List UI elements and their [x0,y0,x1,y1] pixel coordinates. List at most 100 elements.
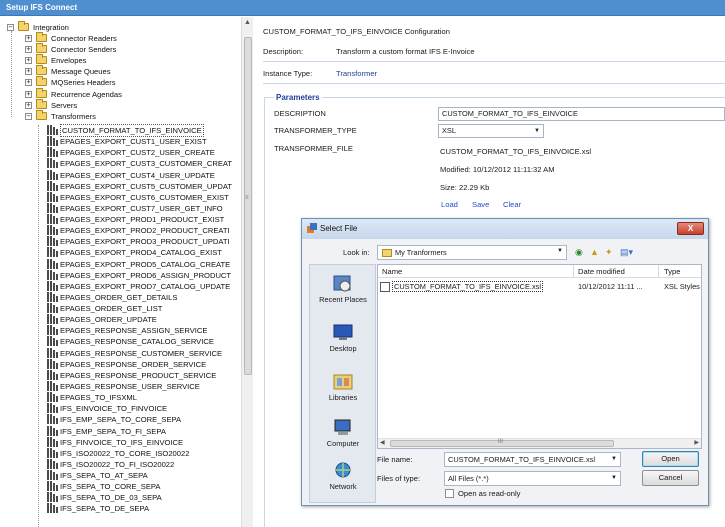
tree-node-transformer[interactable]: EPAGES_EXPORT_PROD1_PRODUCT_EXIST [0,214,241,225]
expand-icon[interactable]: + [25,101,32,109]
expand-icon[interactable]: + [25,46,32,54]
tree-node-label: Message Queues [51,67,111,77]
column-name[interactable]: Name [382,267,402,276]
tree-node-transformer[interactable]: EPAGES_ORDER_GET_LIST [0,303,241,314]
param-description-input[interactable]: CUSTOM_FORMAT_TO_IFS_EINVOICE [438,107,725,121]
back-icon[interactable]: ◉ [575,247,583,258]
up-folder-icon[interactable]: ▲ [590,247,599,258]
open-button[interactable]: Open [642,451,699,467]
tree-node-transformer[interactable]: EPAGES_EXPORT_CUST1_USER_EXIST [0,136,241,147]
expand-icon[interactable]: + [25,79,32,87]
place-label: Computer [326,439,360,448]
tree-node-transformer[interactable]: IFS_EMP_SEPA_TO_CORE_SEPA [0,414,241,425]
transformer-icon [47,425,58,436]
tree-node-transformer[interactable]: EPAGES_EXPORT_CUST3_CUSTOMER_CREAT [0,158,241,169]
tree-node-transformer[interactable]: EPAGES_EXPORT_CUST2_USER_CREATE [0,147,241,158]
new-folder-icon[interactable]: ✦ [605,247,613,258]
files-of-type-label: Files of type: [377,474,421,483]
tree-node-label: IFS_ISO20022_TO_FI_ISO20022 [60,459,175,469]
expand-icon[interactable]: + [25,90,32,98]
collapse-icon[interactable]: − [7,24,14,31]
place-recent[interactable]: Recent Places [310,275,376,304]
column-type[interactable]: Type [664,267,680,276]
view-menu-icon[interactable]: ▤▾ [620,247,633,258]
tree-node-transformer[interactable]: EPAGES_EXPORT_PROD5_CATALOG_CREATE [0,258,241,270]
tree-node-transformer[interactable]: IFS_FINVOICE_TO_IFS_EINVOICE [0,436,241,448]
place-desktop[interactable]: Desktop [310,324,376,353]
tree-node-transformer[interactable]: IFS_SEPA_TO_DE_SEPA [0,503,241,514]
read-only-checkbox[interactable] [445,489,454,498]
tree-node-transformer[interactable]: EPAGES_RESPONSE_CATALOG_SERVICE [0,336,241,347]
clear-link[interactable]: Clear [503,200,521,209]
tree-node-transformer[interactable]: EPAGES_EXPORT_PROD2_PRODUCT_CREATI [0,225,241,236]
cancel-button[interactable]: Cancel [642,470,699,486]
expand-icon[interactable]: + [25,68,32,76]
place-computer[interactable]: Computer [310,419,376,448]
file-type: XSL Styles [664,282,700,291]
chevron-down-icon: ▼ [534,128,540,134]
tree-node-label: EPAGES_EXPORT_PROD7_CATALOG_UPDATE [60,281,231,291]
tree-node-transformer[interactable]: IFS_ISO20022_TO_CORE_ISO20022 [0,447,241,459]
tree-node-transformer[interactable]: EPAGES_EXPORT_CUST6_CUSTOMER_EXIST [0,191,241,203]
scrollbar-thumb[interactable] [244,37,252,375]
tree-node-transformer[interactable]: EPAGES_ORDER_UPDATE [0,314,241,325]
tree-node-transformer[interactable]: IFS_SEPA_TO_DE_03_SEPA [0,492,241,503]
tree-node-transformer[interactable]: IFS_EMP_SEPA_TO_FI_SEPA [0,425,241,437]
tree-node-transformer[interactable]: EPAGES_RESPONSE_ORDER_SERVICE [0,358,241,370]
expand-icon[interactable]: + [25,57,32,65]
tree-node-transformer[interactable]: EPAGES_EXPORT_PROD4_CATALOG_EXIST [0,247,241,258]
transformer-icon [47,492,58,503]
collapse-icon[interactable]: − [25,112,32,120]
load-link[interactable]: Load [441,200,458,209]
tree-node-transformer[interactable]: IFS_ISO20022_TO_FI_ISO20022 [0,458,241,470]
column-divider[interactable] [658,265,659,278]
tree-node-transformer[interactable]: EPAGES_EXPORT_PROD7_CATALOG_UPDATE [0,280,241,292]
place-network[interactable]: Network [310,462,376,491]
tree-node-transformer[interactable]: EPAGES_RESPONSE_PRODUCT_SERVICE [0,369,241,381]
tree-node-label: CUSTOM_FORMAT_TO_IFS_EINVOICE [60,124,204,137]
tree-node-transformer[interactable]: EPAGES_RESPONSE_ASSIGN_SERVICE [0,325,241,336]
file-name-value: CUSTOM_FORMAT_TO_IFS_EINVOICE.xsl [448,455,596,464]
tree-node-label: EPAGES_RESPONSE_ORDER_SERVICE [60,359,207,369]
tree-node-label: EPAGES_TO_IFSXML [60,393,137,403]
close-button[interactable]: X [677,222,704,235]
tree-node-transformer[interactable]: EPAGES_EXPORT_PROD6_ASSIGN_PRODUCT [0,269,241,281]
dialog-titlebar[interactable]: Select File X [302,219,708,239]
tree-node-transformer[interactable]: EPAGES_TO_IFSXML [0,392,241,403]
transformer-icon [47,291,58,302]
transformer-type-select[interactable]: XSL ▼ [438,124,544,138]
file-row[interactable]: CUSTOM_FORMAT_TO_IFS_EINVOICE.xsl 10/12/… [380,281,700,293]
tree-node-transformer[interactable]: IFS_EINVOICE_TO_FINVOICE [0,403,241,414]
scroll-left-icon[interactable]: ◀ [380,439,385,446]
tree-node-label: IFS_SEPA_TO_DE_03_SEPA [60,493,162,503]
tree-scrollbar[interactable]: ▲ ≡ [241,17,253,527]
tree-node-transformer[interactable]: EPAGES_EXPORT_CUST4_USER_UPDATE [0,169,241,181]
file-list-hscrollbar[interactable]: ◀ III ▶ [378,438,701,448]
transformer-icon [47,503,58,514]
tree-node-label: EPAGES_EXPORT_CUST3_CUSTOMER_CREAT [60,159,233,169]
tree-node-transformer[interactable]: EPAGES_EXPORT_CUST7_USER_GET_INFO [0,202,241,214]
tree-node-transformer[interactable]: EPAGES_ORDER_GET_DETAILS [0,291,241,303]
tree-node-transformer[interactable]: EPAGES_RESPONSE_CUSTOMER_SERVICE [0,347,241,359]
libraries-icon [333,373,353,390]
file-name-input[interactable]: CUSTOM_FORMAT_TO_IFS_EINVOICE.xsl ▼ [444,452,621,467]
transformer-icon [47,180,58,191]
save-link[interactable]: Save [472,200,489,209]
tree-node-transformer[interactable]: IFS_SEPA_TO_AT_SEPA [0,470,241,481]
files-of-type-select[interactable]: All Files (*.*) ▼ [444,471,621,486]
tree-node-label: Servers [51,100,78,110]
look-in-select[interactable]: My Tranformers ▼ [377,245,567,260]
tree-node-transformer[interactable]: EPAGES_RESPONSE_USER_SERVICE [0,380,241,392]
tree-node-transformer[interactable]: IFS_SEPA_TO_CORE_SEPA [0,481,241,492]
place-libraries[interactable]: Libraries [310,373,376,402]
tree-node-transformer[interactable]: EPAGES_EXPORT_PROD3_PRODUCT_UPDATI [0,236,241,247]
expand-icon[interactable]: + [25,35,32,42]
tree-node-transformer[interactable]: CUSTOM_FORMAT_TO_IFS_EINVOICE [0,124,241,137]
tree-node-transformer[interactable]: EPAGES_EXPORT_CUST5_CUSTOMER_UPDAT [0,180,241,192]
tree-node-group[interactable]: − Transformers [0,109,241,122]
column-divider[interactable] [573,265,574,278]
scroll-right-icon[interactable]: ▶ [694,439,699,446]
tree-node-label: EPAGES_ORDER_GET_DETAILS [60,292,178,302]
column-date-modified[interactable]: Date modified [578,267,625,276]
scroll-up-icon[interactable]: ▲ [244,19,251,26]
